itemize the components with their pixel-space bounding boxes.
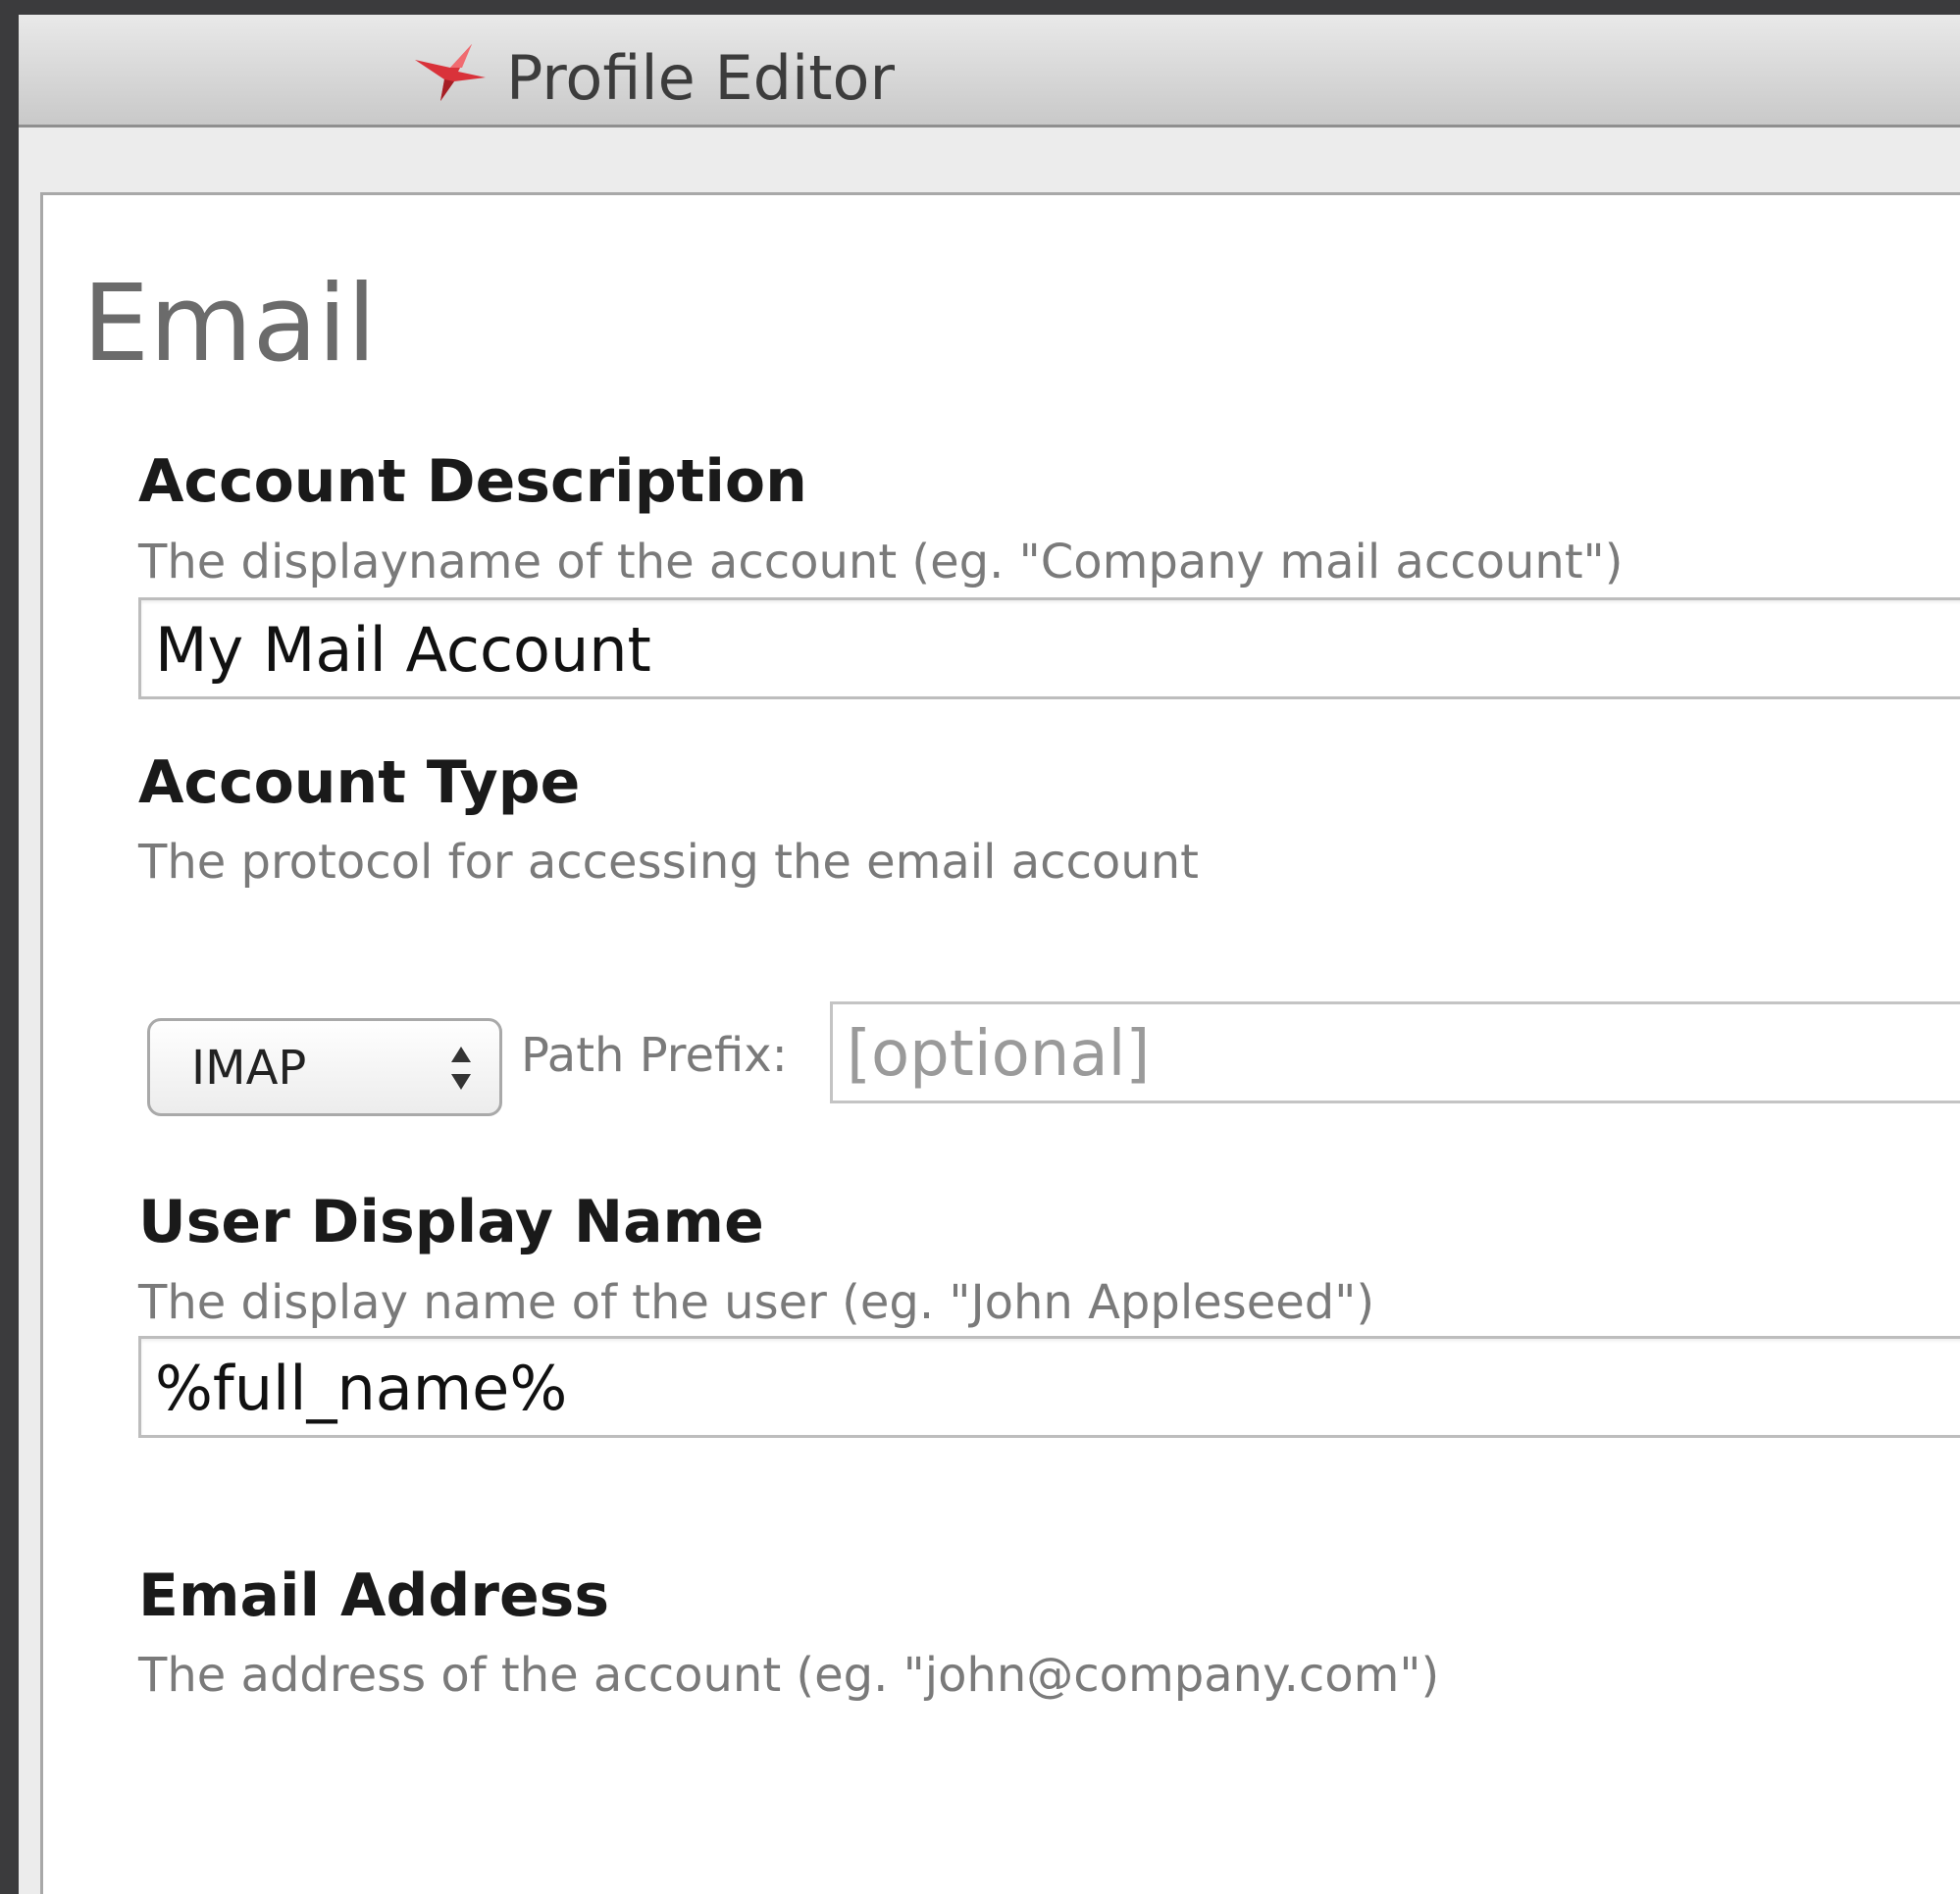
path-prefix-label: Path Prefix: <box>521 1028 788 1083</box>
path-prefix-input[interactable]: [optional] <box>830 1001 1960 1103</box>
account-description-value: My Mail Account <box>155 614 651 686</box>
email-address-heading: Email Address <box>138 1561 610 1630</box>
user-display-name-value: %full_name% <box>155 1353 568 1424</box>
account-description-help: The displayname of the account (eg. "Com… <box>138 535 1624 589</box>
user-display-name-heading: User Display Name <box>138 1188 764 1256</box>
account-type-select[interactable]: IMAP <box>147 1018 502 1116</box>
toolbar-strip <box>19 128 1960 191</box>
account-type-help: The protocol for accessing the email acc… <box>138 835 1199 890</box>
account-type-selected-value: IMAP <box>191 1041 307 1096</box>
email-payload-panel: Email Account Description The displaynam… <box>40 192 1960 1894</box>
up-down-arrows-icon <box>451 1047 471 1090</box>
account-description-input[interactable]: My Mail Account <box>138 597 1960 699</box>
user-display-name-help: The display name of the user (eg. "John … <box>138 1275 1375 1330</box>
window-title: Profile Editor <box>506 42 895 114</box>
email-address-help: The address of the account (eg. "john@co… <box>138 1648 1440 1703</box>
user-display-name-input[interactable]: %full_name% <box>138 1336 1960 1438</box>
profile-manager-bird-icon <box>415 44 486 101</box>
profile-editor-window: Profile Editor Email Account Description… <box>19 15 1960 1894</box>
window-titlebar[interactable]: Profile Editor <box>19 15 1960 128</box>
account-type-heading: Account Type <box>138 748 581 817</box>
page-title: Email <box>82 263 377 385</box>
path-prefix-placeholder: [optional] <box>847 1018 1151 1091</box>
account-description-heading: Account Description <box>138 447 807 516</box>
